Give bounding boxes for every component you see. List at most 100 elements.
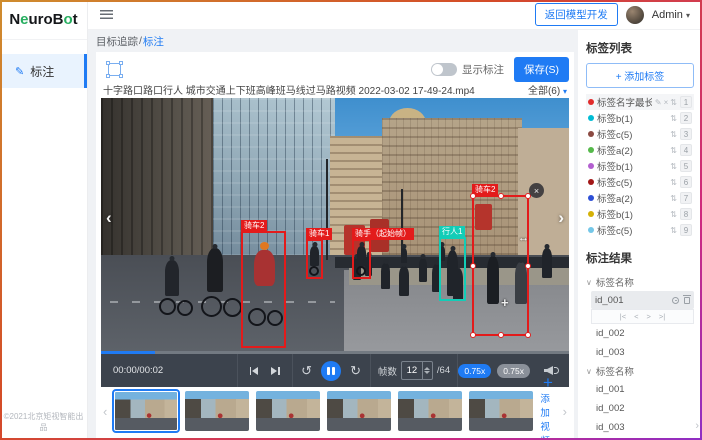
results-title: 标注结果 <box>586 250 694 266</box>
next-frame-button[interactable] <box>271 367 280 375</box>
annotation-box[interactable]: 骑手（起始帧） <box>352 239 371 279</box>
result-item-selected[interactable]: id_001 <box>591 291 694 309</box>
frame-pager: |< < > >| <box>591 309 694 324</box>
resize-cursor: ↔ <box>518 232 529 244</box>
label-item[interactable]: 标签b(1) ⇅ 5 <box>586 158 694 174</box>
annotation-box[interactable]: 骑车2 <box>241 231 286 348</box>
filmstrip-thumbnail[interactable] <box>469 391 533 431</box>
avatar[interactable] <box>626 6 644 24</box>
panel-scroll-arrow[interactable]: › <box>695 420 699 432</box>
trash-icon[interactable] <box>684 297 690 304</box>
resize-handle[interactable] <box>470 193 476 199</box>
breadcrumb-separator: / <box>139 35 142 47</box>
edit-icon[interactable]: ✎ <box>655 98 662 107</box>
label-name: 标签b(1) <box>597 207 667 221</box>
sort-icon[interactable]: ⇅ <box>670 130 677 139</box>
sort-icon[interactable]: ⇅ <box>670 226 677 235</box>
result-item[interactable]: id_001 <box>586 380 694 399</box>
label-item[interactable]: 标签名字最长数... ✎×⇅ 1 <box>586 94 694 110</box>
label-item[interactable]: 标签b(1) ⇅ 8 <box>586 206 694 222</box>
frame-number-value: 12 <box>402 362 422 379</box>
speed-pill-active[interactable]: 0.75x <box>458 364 491 378</box>
sort-icon[interactable]: ⇅ <box>670 210 677 219</box>
label-item[interactable]: 标签c(5) ⇅ 6 <box>586 174 694 190</box>
result-group-header[interactable]: ∨ 标签名称 <box>586 362 694 380</box>
result-item[interactable]: id_002 <box>586 324 694 343</box>
label-item[interactable]: 标签a(2) ⇅ 7 <box>586 190 694 206</box>
logo-text: e <box>20 11 28 28</box>
result-item[interactable]: id_002 <box>586 399 694 418</box>
pager-first[interactable]: |< <box>620 312 626 321</box>
filmstrip-thumbnail[interactable] <box>398 391 462 431</box>
pager-prev[interactable]: < <box>634 312 638 321</box>
progress-bar[interactable] <box>101 351 569 354</box>
user-menu[interactable]: Admin ▾ <box>652 9 690 21</box>
filmstrip-thumbnail[interactable] <box>256 391 320 431</box>
filmstrip-thumbnail[interactable] <box>185 391 249 431</box>
resize-handle[interactable] <box>498 332 504 338</box>
step-down-icon[interactable] <box>424 371 430 377</box>
speed-pill-inactive[interactable]: 0.75x <box>497 364 530 378</box>
next-video-arrow[interactable]: › <box>558 210 564 226</box>
collapse-menu-icon[interactable] <box>100 10 113 19</box>
right-panel: 标签列表 + 添加标签 标签名字最长数... ✎×⇅ 1 标签b(1) ⇅ 2 <box>578 30 702 440</box>
bounding-box-tool-icon[interactable] <box>108 63 121 76</box>
annotation-box[interactable]: 行人1 <box>439 237 466 301</box>
delete-box-button[interactable]: × <box>529 183 544 198</box>
sort-icon[interactable]: ⇅ <box>670 114 677 123</box>
resize-handle[interactable] <box>525 332 531 338</box>
sidebar-item-annotate[interactable]: ✎ 标注 <box>0 54 87 88</box>
sort-icon[interactable]: ⇅ <box>670 146 677 155</box>
annotation-box[interactable]: 骑车1 <box>306 239 323 279</box>
resize-handle[interactable] <box>470 332 476 338</box>
add-label-button[interactable]: + 添加标签 <box>586 63 694 88</box>
breadcrumb-parent[interactable]: 目标追踪 <box>96 34 138 49</box>
resize-handle[interactable] <box>470 263 476 269</box>
result-group-header[interactable]: ∨ 标签名称 <box>586 273 694 291</box>
prev-frame-button[interactable] <box>250 367 259 375</box>
frame-number-input[interactable]: 12 <box>401 361 433 380</box>
result-item-label: id_001 <box>595 295 624 306</box>
visibility-icon[interactable] <box>672 297 679 304</box>
resize-handle[interactable] <box>498 193 504 199</box>
filmstrip-prev-arrow[interactable]: ‹ <box>103 404 107 419</box>
sidebar: NeuroBot ✎ 标注 ©2021北京矩视智能出品 <box>0 0 88 440</box>
show-annotations-toggle[interactable] <box>431 63 457 76</box>
sort-icon[interactable]: ⇅ <box>670 98 677 107</box>
result-item[interactable]: id_003 <box>586 343 694 362</box>
step-up-icon[interactable] <box>424 364 430 370</box>
label-item[interactable]: 标签a(2) ⇅ 4 <box>586 142 694 158</box>
pager-last[interactable]: >| <box>659 312 665 321</box>
filter-value: 全部(6) <box>528 86 560 97</box>
back-to-model-dev-button[interactable]: 返回模型开发 <box>535 3 618 26</box>
scene-person <box>401 248 407 263</box>
prev-video-arrow[interactable]: ‹ <box>106 210 112 226</box>
filmstrip-next-arrow[interactable]: › <box>563 404 567 419</box>
label-item[interactable]: 标签c(5) ⇅ 9 <box>586 222 694 238</box>
video-title: 十字路口路口行人 城市交通上下班高峰班马线过马路视频 2022-03-02 17… <box>103 82 475 97</box>
label-hotkey-badge: 5 <box>680 160 692 172</box>
video-controls: 00:00/00:02 ↺ ↻ <box>101 351 569 387</box>
filmstrip-thumbnail[interactable] <box>327 391 391 431</box>
sort-icon[interactable]: ⇅ <box>670 162 677 171</box>
rewind-10-icon[interactable]: ↺ <box>301 364 312 377</box>
label-hotkey-badge: 2 <box>680 112 692 124</box>
add-video-button[interactable]: + 添加视频 <box>540 389 555 433</box>
delete-icon[interactable]: × <box>664 98 669 107</box>
video-canvas[interactable]: 骑车2 骑车1 骑手（起始帧） 行人1 <box>101 98 569 351</box>
sort-icon[interactable]: ⇅ <box>670 194 677 203</box>
filter-dropdown[interactable]: 全部(6) ▾ <box>528 82 567 97</box>
frame-stepper[interactable] <box>422 362 432 379</box>
pager-next[interactable]: > <box>647 312 651 321</box>
resize-handle[interactable] <box>525 263 531 269</box>
result-item[interactable]: id_003 <box>586 418 694 437</box>
pause-button[interactable] <box>321 361 341 381</box>
annotation-box-selected[interactable]: 骑车2 <box>472 195 529 336</box>
label-name: 标签b(1) <box>597 159 667 173</box>
sort-icon[interactable]: ⇅ <box>670 178 677 187</box>
filmstrip-thumbnail-selected[interactable] <box>114 391 178 431</box>
forward-10-icon[interactable]: ↻ <box>350 364 361 377</box>
label-item[interactable]: 标签b(1) ⇅ 2 <box>586 110 694 126</box>
save-button[interactable]: 保存(S) <box>514 57 569 82</box>
label-item[interactable]: 标签c(5) ⇅ 3 <box>586 126 694 142</box>
